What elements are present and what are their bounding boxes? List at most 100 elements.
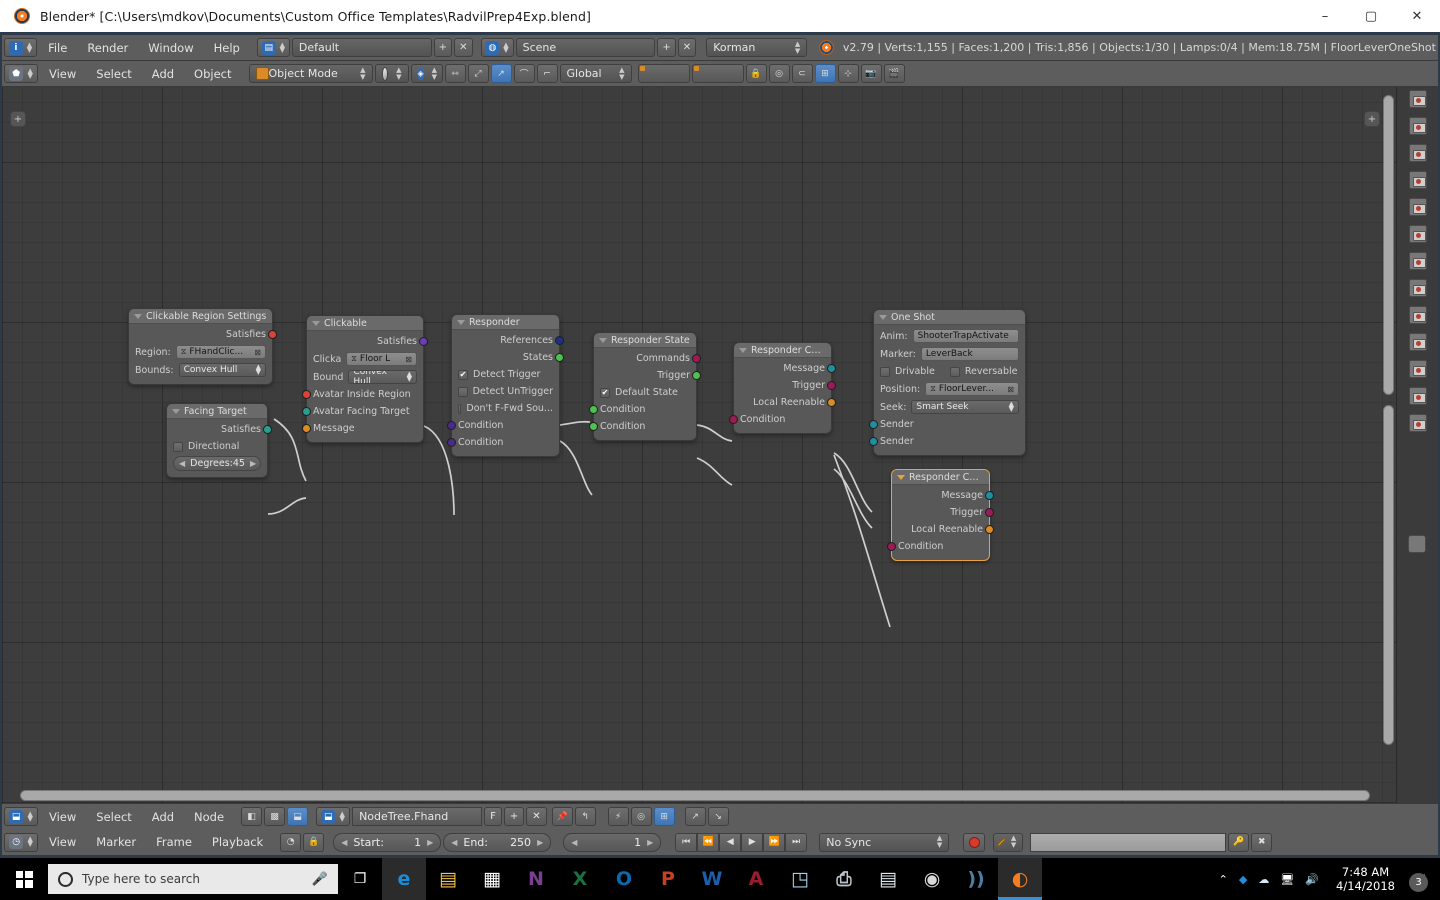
taskbar-oculus-icon[interactable]: ◉ — [910, 858, 954, 900]
chevron-updown-icon[interactable]: ▲ ▼ — [256, 364, 261, 376]
minimize-button[interactable]: – — [1302, 0, 1348, 32]
property-field-id[interactable]: ⧖ Floor L ⊠ — [346, 352, 417, 366]
taskbar-onenote-icon[interactable]: N — [514, 858, 558, 900]
taskbar-clock[interactable]: 7:48 AM 4/14/2018 — [1336, 865, 1395, 893]
output-socket[interactable] — [555, 353, 564, 362]
checkbox[interactable]: ✔ — [600, 387, 610, 398]
node-output-socket-row[interactable]: States — [458, 350, 564, 365]
timeline-menu-view[interactable]: View — [40, 832, 85, 852]
clear-datablock-icon[interactable]: ⊠ — [405, 355, 412, 364]
menu-select[interactable]: Select — [87, 64, 140, 84]
taskbar-word-icon[interactable]: W — [690, 858, 734, 900]
taskbar-access-icon[interactable]: A — [734, 858, 778, 900]
snap-icon[interactable]: ⊞ — [653, 807, 675, 826]
input-socket[interactable] — [589, 405, 598, 414]
node-tree-name-field[interactable]: NodeTree.Fhand — [352, 807, 483, 826]
input-socket[interactable] — [302, 424, 311, 433]
checkbox[interactable] — [458, 386, 468, 397]
canvas-vertical-scrollbar[interactable] — [1383, 95, 1394, 395]
checkbox-row[interactable]: Directional — [173, 439, 261, 454]
dropbox-icon[interactable]: ◆ — [1239, 873, 1247, 886]
properties-tab-korman-icon[interactable] — [1408, 414, 1427, 432]
menu-view[interactable]: View — [40, 64, 85, 84]
properties-tab-data-icon[interactable] — [1408, 279, 1427, 297]
node-tree-icon-selector[interactable]: ⬓ ▲ ▼ — [316, 807, 351, 826]
timeline-menu-frame[interactable]: Frame — [147, 832, 201, 852]
auto-offset-icon[interactable]: ↘ — [707, 807, 729, 826]
checkbox[interactable]: ✔ — [458, 369, 468, 380]
chevron-updown-icon[interactable]: ▲ ▼ — [407, 371, 412, 383]
input-socket[interactable] — [447, 421, 456, 430]
node-editor-canvas[interactable]: Clickable Region Settings Satisfies Region… — [2, 87, 1438, 803]
snap-target-icon[interactable]: ⊹ — [837, 64, 859, 83]
windows-start-icon[interactable] — [0, 858, 48, 900]
canvas-vertical-scrollbar-2[interactable] — [1383, 405, 1394, 745]
menu-window[interactable]: Window — [139, 38, 202, 58]
render-opengl-anim-icon[interactable]: 🎬 — [883, 64, 905, 83]
output-socket[interactable] — [985, 508, 994, 517]
texture-nodes-icon[interactable]: ▩ — [264, 807, 286, 826]
properties-tab-modifiers-icon[interactable] — [1408, 252, 1427, 270]
node-output-socket-row[interactable]: Commands — [600, 351, 701, 366]
collapse-triangle-icon[interactable] — [599, 337, 607, 343]
node-output-socket-row[interactable]: Satisfies — [135, 327, 277, 342]
collapse-triangle-icon[interactable] — [134, 313, 142, 319]
compositor-nodes-icon[interactable]: ⬓ — [287, 807, 309, 826]
node-responder[interactable]: Responder References States ✔ Detect Trigger… — [447, 314, 564, 457]
translate-manipulator-icon[interactable]: ⤢ — [467, 64, 489, 83]
node-header[interactable]: Facing Target — [167, 404, 267, 419]
input-socket[interactable] — [887, 542, 896, 551]
render-engine-selector[interactable]: Korman ▲ ▼ — [706, 38, 808, 57]
close-button[interactable]: ✕ — [1394, 0, 1440, 32]
go-parent-icon[interactable]: ↰ — [574, 807, 596, 826]
checkbox-row[interactable]: Don't F-Fwd Sou... — [458, 401, 553, 416]
clear-datablock-icon[interactable]: ⊠ — [1007, 385, 1014, 394]
node-header[interactable]: Clickable Region Settings — [129, 309, 272, 324]
clear-datablock-icon[interactable]: ⊠ — [254, 348, 261, 357]
editor-type-selector-node[interactable]: ⬓ ▲ ▼ — [4, 807, 38, 826]
collapse-triangle-icon[interactable] — [312, 320, 320, 326]
show-hidden-icons-chevron[interactable]: ⌃ — [1219, 873, 1228, 886]
scene-icon-selector[interactable]: ◍ ▲ ▼ — [480, 38, 514, 57]
collapse-triangle-icon[interactable] — [457, 319, 465, 325]
record-icon[interactable] — [963, 832, 986, 852]
output-socket[interactable] — [555, 336, 564, 345]
next-keyframe-icon[interactable]: ⏩ — [763, 832, 786, 852]
node-header[interactable]: Responder State — [594, 333, 696, 348]
node-input-socket-row[interactable]: Avatar Inside Region — [302, 387, 417, 402]
editor-type-selector[interactable]: i ▲ ▼ — [4, 38, 38, 57]
checkbox-row[interactable]: Detect UnTrigger — [458, 384, 553, 399]
output-socket[interactable] — [263, 425, 272, 434]
input-socket[interactable] — [447, 438, 456, 447]
node-header[interactable]: One Shot — [874, 310, 1025, 325]
sync-mode-selector[interactable]: No Sync ▲ ▼ — [819, 832, 950, 852]
node-input-socket-row[interactable]: Condition — [447, 435, 553, 450]
property-field-text[interactable]: LeverBack — [920, 347, 1019, 361]
menu-help[interactable]: Help — [205, 38, 249, 58]
node-output-socket-row[interactable]: Message — [898, 488, 994, 503]
node-input-socket-row[interactable]: Condition — [447, 418, 553, 433]
action-center-icon[interactable]: ▤ 3 — [1406, 862, 1432, 896]
taskbar-edge-icon[interactable]: e — [382, 858, 426, 900]
node-output-socket-row[interactable]: Trigger — [740, 378, 836, 393]
output-socket[interactable] — [827, 381, 836, 390]
snap-magnet-icon[interactable]: ⊂ — [791, 64, 813, 83]
input-socket[interactable] — [729, 415, 738, 424]
property-row[interactable]: Position: ⧖ FloorLever... ⊠ — [880, 381, 1019, 397]
output-socket[interactable] — [985, 525, 994, 534]
taskbar-microsoft-store-icon[interactable]: ▦ — [470, 858, 514, 900]
layers-block-1[interactable] — [637, 64, 690, 83]
scene-name-field[interactable]: Scene — [515, 38, 656, 57]
add-node-tree-button[interactable]: + — [503, 807, 525, 826]
input-socket[interactable] — [869, 437, 878, 446]
taskbar-powerpoint-icon[interactable]: P — [646, 858, 690, 900]
checkbox-reversable[interactable] — [949, 366, 960, 377]
checkbox-row-double[interactable]: Drivable Reversable — [880, 364, 1019, 379]
manipulator-toggle-icon[interactable]: ⇿ — [444, 64, 466, 83]
node-responder-command-top[interactable]: Responder Comm... Message Trigger Local Ree… — [729, 342, 836, 434]
use-nodes-icon[interactable]: ⚡ — [607, 807, 629, 826]
property-field-id[interactable]: ⧖ FHandClic... ⊠ — [175, 345, 266, 359]
timeline-menu-playback[interactable]: Playback — [203, 832, 272, 852]
node-clickable-region-settings[interactable]: Clickable Region Settings Satisfies Region… — [128, 308, 277, 385]
delete-screen-button[interactable]: ✕ — [454, 38, 473, 57]
